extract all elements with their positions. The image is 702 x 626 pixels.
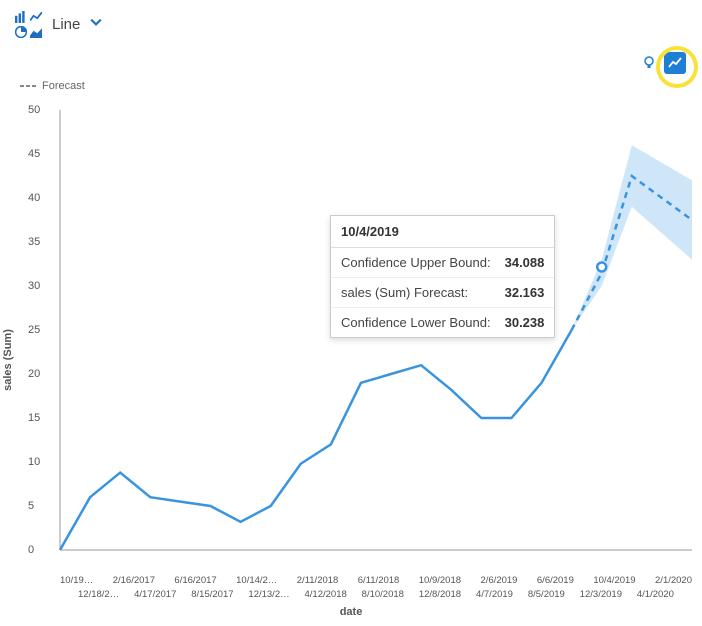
y-tick: 15 [28,412,40,424]
x-tick: 8/10/2018 [362,589,404,600]
chart-type-selector[interactable]: Line [0,0,702,48]
x-tick: 4/1/2020 [637,589,674,600]
chart-type-icon-grid [14,10,42,38]
x-axis-ticks-row2: 12/18/2… 4/17/2017 8/15/2017 12/13/2… 4/12/2… [60,589,692,600]
x-tick: 10/9/2018 [419,575,461,586]
y-axis-title: sales (Sum) [2,329,14,391]
x-tick: 10/19… [60,575,93,586]
x-tick: 2/1/2020 [655,575,692,586]
x-tick: 8/15/2017 [191,589,233,600]
y-tick: 30 [28,280,40,292]
x-axis-ticks-row1: 10/19… 2/16/2017 6/16/2017 10/14/2… 2/11/201… [60,575,692,586]
x-tick: 12/18/2… [78,589,119,600]
x-axis-title: date [340,606,363,618]
y-tick: 5 [28,500,34,512]
y-tick: 20 [28,368,40,380]
y-tick: 45 [28,148,40,160]
forecast-highlight-circle [656,46,698,88]
forecast-tooltip: 10/4/2019 Confidence Upper Bound: 34.088… [330,215,555,338]
y-tick: 50 [28,104,40,116]
x-tick: 2/6/2019 [480,575,517,586]
tooltip-row: sales (Sum) Forecast: 32.163 [331,278,554,308]
x-tick: 10/14/2… [236,575,277,586]
y-tick: 25 [28,324,40,336]
x-tick: 12/3/2019 [580,589,622,600]
x-tick: 4/12/2018 [305,589,347,600]
tooltip-row: Confidence Upper Bound: 34.088 [331,248,554,278]
legend-forecast-label: Forecast [42,80,85,92]
x-tick: 6/16/2017 [174,575,216,586]
x-tick: 4/7/2019 [476,589,513,600]
x-tick: 10/4/2019 [593,575,635,586]
chart-type-label: Line [52,16,80,33]
x-tick: 6/6/2019 [537,575,574,586]
x-tick: 12/8/2018 [419,589,461,600]
y-tick: 40 [28,192,40,204]
tooltip-row: Confidence Lower Bound: 30.238 [331,308,554,337]
y-tick: 10 [28,456,40,468]
y-tick: 0 [28,544,34,556]
tooltip-title: 10/4/2019 [331,216,554,248]
x-tick: 6/11/2018 [358,575,400,586]
x-tick: 4/17/2017 [134,589,176,600]
x-tick: 2/11/2018 [297,575,339,586]
legend-forecast: Forecast [20,80,85,92]
x-tick: 8/5/2019 [528,589,565,600]
chart-area: sales (Sum) date 0 5 10 15 20 25 30 35 40 45 50 10… [0,100,702,620]
x-tick: 12/13/2… [248,589,289,600]
chart-toolbar [638,52,686,74]
x-tick: 2/16/2017 [113,575,155,586]
chevron-down-icon [90,15,102,33]
y-tick: 35 [28,236,40,248]
forecast-dash-swatch [20,85,36,87]
